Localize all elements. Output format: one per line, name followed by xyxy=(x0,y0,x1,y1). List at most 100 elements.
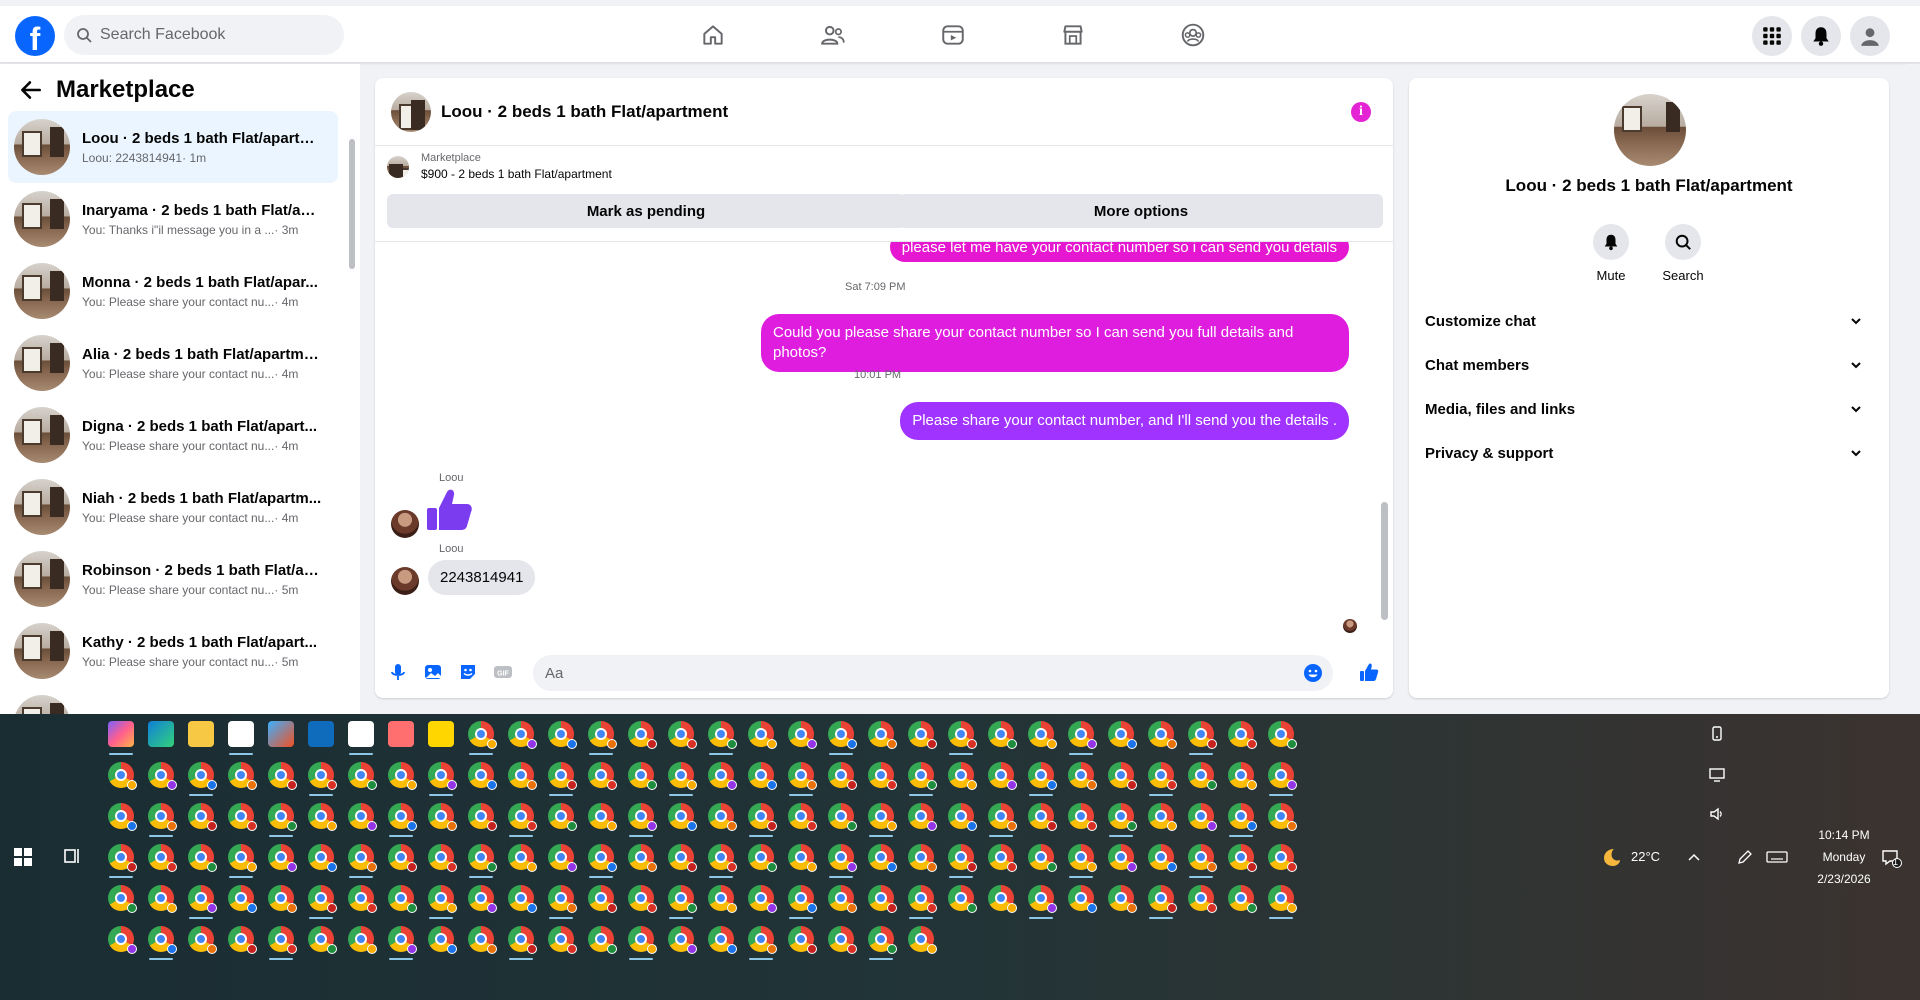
chrome-profile-icon[interactable] xyxy=(345,924,377,960)
chrome-profile-icon[interactable] xyxy=(1225,801,1257,837)
app2-app-icon[interactable] xyxy=(385,719,417,755)
chrome-profile-icon[interactable] xyxy=(305,760,337,796)
chrome-profile-icon[interactable] xyxy=(545,842,577,878)
chrome-profile-icon[interactable] xyxy=(505,719,537,755)
chrome-profile-icon[interactable] xyxy=(945,719,977,755)
chrome-profile-icon[interactable] xyxy=(665,883,697,919)
chat-members-row[interactable]: Chat members xyxy=(1425,350,1873,380)
chrome-profile-icon[interactable] xyxy=(785,883,817,919)
chrome-profile-icon[interactable] xyxy=(945,760,977,796)
chat-title[interactable]: Loou · 2 beds 1 bath Flat/apartment xyxy=(441,102,728,122)
chrome-profile-icon[interactable] xyxy=(1105,883,1137,919)
chrome-profile-icon[interactable] xyxy=(425,883,457,919)
chrome-profile-icon[interactable] xyxy=(865,924,897,960)
copilot-app-icon[interactable] xyxy=(105,719,137,755)
chrome-profile-icon[interactable] xyxy=(745,801,777,837)
chrome-profile-icon[interactable] xyxy=(425,924,457,960)
chrome-profile-icon[interactable] xyxy=(665,842,697,878)
chrome-profile-icon[interactable] xyxy=(865,760,897,796)
chrome-profile-icon[interactable] xyxy=(185,842,217,878)
windows-start-icon[interactable] xyxy=(14,848,32,866)
outgoing-message[interactable]: Could you please share your contact numb… xyxy=(761,314,1349,372)
gif-icon[interactable]: GIF xyxy=(491,660,515,684)
chrome-profile-icon[interactable] xyxy=(465,801,497,837)
chrome-profile-icon[interactable] xyxy=(505,924,537,960)
conversation-list-scrollbar[interactable] xyxy=(348,119,356,709)
conversation-item[interactable]: Loou · 2 beds 1 bath Flat/apartm... Loou:… xyxy=(8,111,338,183)
chrome-profile-icon[interactable] xyxy=(265,842,297,878)
weather-temperature[interactable]: 22°C xyxy=(1631,849,1660,864)
chrome-profile-icon[interactable] xyxy=(505,760,537,796)
outgoing-message[interactable]: Please share your contact number, and I'… xyxy=(900,402,1349,440)
chrome-profile-icon[interactable] xyxy=(425,842,457,878)
chrome-profile-icon[interactable] xyxy=(105,801,137,837)
chrome-profile-icon[interactable] xyxy=(185,924,217,960)
chrome-profile-icon[interactable] xyxy=(1225,883,1257,919)
account-avatar[interactable] xyxy=(1850,16,1890,56)
chrome-profile-icon[interactable] xyxy=(545,760,577,796)
chrome-profile-icon[interactable] xyxy=(225,801,257,837)
chrome-profile-icon[interactable] xyxy=(105,760,137,796)
chrome-profile-icon[interactable] xyxy=(985,801,1017,837)
video-icon[interactable] xyxy=(938,20,968,50)
chrome-profile-icon[interactable] xyxy=(1225,719,1257,755)
chrome-profile-icon[interactable] xyxy=(985,883,1017,919)
chrome-profile-icon[interactable] xyxy=(705,842,737,878)
chrome-profile-icon[interactable] xyxy=(105,924,137,960)
chrome-profile-icon[interactable] xyxy=(945,842,977,878)
chrome-profile-icon[interactable] xyxy=(105,842,137,878)
chrome-profile-icon[interactable] xyxy=(785,719,817,755)
edge-app-icon[interactable] xyxy=(145,719,177,755)
notification-center-icon[interactable] xyxy=(1880,847,1902,869)
sticky-app-icon[interactable] xyxy=(425,719,457,755)
chrome-profile-icon[interactable] xyxy=(385,842,417,878)
chrome-profile-icon[interactable] xyxy=(785,842,817,878)
chrome-profile-icon[interactable] xyxy=(425,760,457,796)
chrome-profile-icon[interactable] xyxy=(705,883,737,919)
chrome-profile-icon[interactable] xyxy=(625,842,657,878)
conversation-item[interactable]: Alia · 2 beds 1 bath Flat/apartme... You:… xyxy=(8,327,338,399)
more-options-button[interactable]: More options xyxy=(899,194,1383,228)
chrome-profile-icon[interactable] xyxy=(505,883,537,919)
chrome-profile-icon[interactable] xyxy=(305,842,337,878)
chrome-profile-icon[interactable] xyxy=(705,719,737,755)
chrome-profile-icon[interactable] xyxy=(225,842,257,878)
chrome-profile-icon[interactable] xyxy=(385,924,417,960)
chrome-profile-icon[interactable] xyxy=(345,883,377,919)
chrome-profile-icon[interactable] xyxy=(745,924,777,960)
chrome-profile-icon[interactable] xyxy=(465,924,497,960)
phone-link-icon[interactable] xyxy=(1708,725,1726,743)
chrome-profile-icon[interactable] xyxy=(185,760,217,796)
marketplace-icon[interactable] xyxy=(1058,20,1088,50)
chrome-profile-icon[interactable] xyxy=(185,801,217,837)
chrome-profile-icon[interactable] xyxy=(585,924,617,960)
chrome-profile-icon[interactable] xyxy=(905,719,937,755)
conversation-item[interactable]: Monna · 2 beds 1 bath Flat/apar... You: P… xyxy=(8,255,338,327)
chrome-profile-icon[interactable] xyxy=(145,842,177,878)
chrome-profile-icon[interactable] xyxy=(1185,719,1217,755)
chrome-profile-icon[interactable] xyxy=(945,883,977,919)
chrome-profile-icon[interactable] xyxy=(185,883,217,919)
conversation-item[interactable]: Alex · 2 beds 1 bath Flat/apartm... xyxy=(8,687,338,714)
volume-icon[interactable] xyxy=(1708,805,1726,823)
contact-avatar[interactable] xyxy=(391,510,419,538)
chrome-profile-icon[interactable] xyxy=(625,883,657,919)
chrome-profile-icon[interactable] xyxy=(585,801,617,837)
listing-thumbnail[interactable] xyxy=(391,91,431,132)
chrome-profile-icon[interactable] xyxy=(785,801,817,837)
chrome-profile-icon[interactable] xyxy=(305,883,337,919)
chrome-profile-icon[interactable] xyxy=(225,760,257,796)
keyboard-icon[interactable] xyxy=(1766,848,1788,866)
chrome-profile-icon[interactable] xyxy=(785,760,817,796)
chrome-profile-icon[interactable] xyxy=(1065,883,1097,919)
chrome-profile-icon[interactable] xyxy=(1145,719,1177,755)
chrome-profile-icon[interactable] xyxy=(905,924,937,960)
chrome-profile-icon[interactable] xyxy=(545,883,577,919)
chrome-profile-icon[interactable] xyxy=(1025,801,1057,837)
store-app-icon[interactable] xyxy=(265,719,297,755)
chrome-profile-icon[interactable] xyxy=(825,760,857,796)
chat-scrollbar[interactable] xyxy=(1379,242,1389,638)
chrome-profile-icon[interactable] xyxy=(665,924,697,960)
chrome-profile-icon[interactable] xyxy=(385,801,417,837)
conversation-item[interactable]: Digna · 2 beds 1 bath Flat/apart... You: … xyxy=(8,399,338,471)
